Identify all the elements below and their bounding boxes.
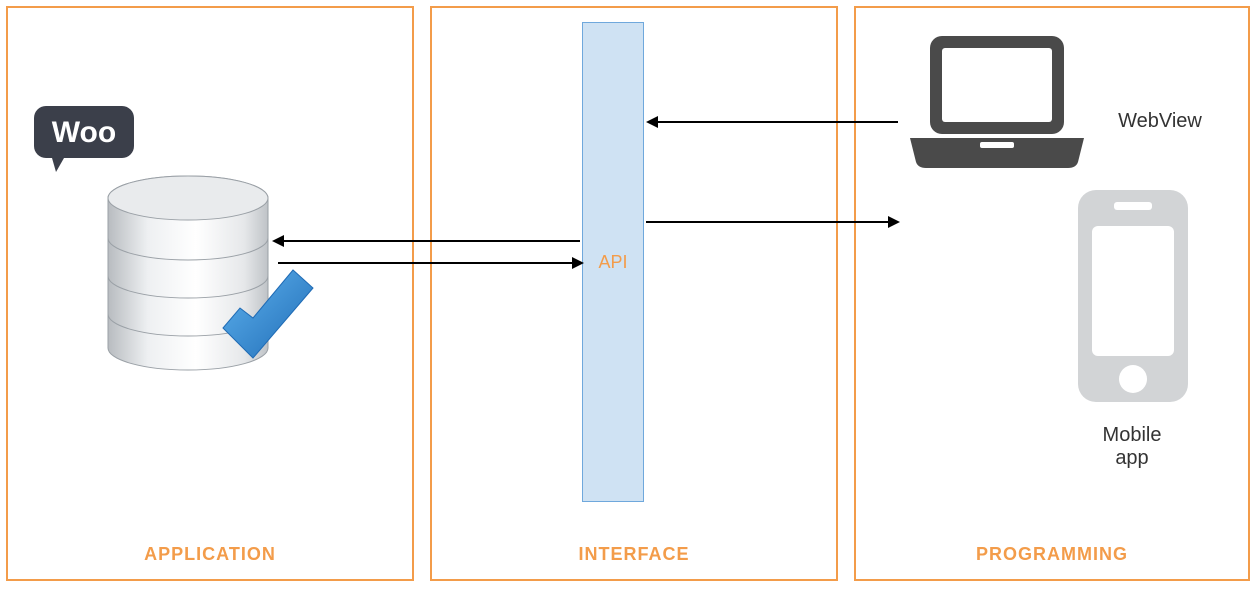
mobile-icon xyxy=(1068,186,1198,421)
arrow-api-to-laptop xyxy=(646,221,890,223)
database-icon xyxy=(88,168,328,413)
laptop-icon xyxy=(902,30,1092,185)
arrow-db-to-api xyxy=(278,262,574,264)
woo-badge-text: Woo xyxy=(52,116,116,149)
arrow-api-to-db xyxy=(282,240,580,242)
api-column: API xyxy=(582,22,644,502)
panel-programming-title: PROGRAMMING xyxy=(856,544,1248,565)
arrow-laptop-to-api xyxy=(656,121,898,123)
panel-application-title: APPLICATION xyxy=(8,544,412,565)
arrow-api-to-laptop-head xyxy=(888,216,900,228)
mobile-label: Mobile app xyxy=(1082,424,1182,470)
webview-label: WebView xyxy=(1105,110,1215,133)
panel-interface-title: INTERFACE xyxy=(432,544,836,565)
arrow-api-to-db-head xyxy=(272,235,284,247)
arrow-laptop-to-api-head xyxy=(646,116,658,128)
arrow-db-to-api-head xyxy=(572,257,584,269)
api-label: API xyxy=(598,252,627,273)
